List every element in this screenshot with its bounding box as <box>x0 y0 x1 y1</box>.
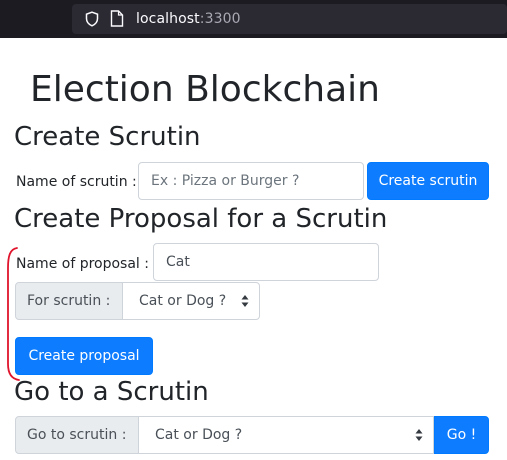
go-button-label: Go ! <box>446 427 477 443</box>
page-title: Election Blockchain <box>30 69 380 110</box>
goto-scrutin-label-text: Go to scrutin : <box>27 427 127 443</box>
goto-scrutin-select[interactable]: Cat or Dog ? <box>138 416 434 454</box>
page-content: Election Blockchain Create Scrutin Name … <box>0 38 507 460</box>
scrutin-name-label: Name of scrutin : <box>16 174 137 190</box>
address-bar[interactable]: localhost:3300 <box>72 4 507 34</box>
create-scrutin-button-label: Create scrutin <box>378 173 478 189</box>
goto-scrutin-label: Go to scrutin : <box>15 416 139 454</box>
select-caret-icon <box>241 295 249 307</box>
shield-icon[interactable] <box>84 11 100 27</box>
annotation-bracket <box>7 247 20 381</box>
url-port: :3300 <box>199 11 241 27</box>
proposal-name-input[interactable] <box>153 243 379 281</box>
create-proposal-heading: Create Proposal for a Scrutin <box>14 204 388 234</box>
proposal-name-label: Name of proposal : <box>16 256 149 272</box>
for-scrutin-select[interactable]: Cat or Dog ? <box>122 282 260 320</box>
url-host: localhost <box>136 11 200 27</box>
go-button[interactable]: Go ! <box>434 416 489 454</box>
url-text: localhost:3300 <box>136 9 241 29</box>
create-scrutin-heading: Create Scrutin <box>14 122 201 152</box>
select-caret-icon <box>415 429 423 441</box>
create-proposal-button-label: Create proposal <box>28 348 140 364</box>
goto-scrutin-selected: Cat or Dog ? <box>155 427 243 443</box>
for-scrutin-selected: Cat or Dog ? <box>139 293 227 309</box>
scrutin-name-input[interactable] <box>138 162 364 200</box>
create-proposal-button[interactable]: Create proposal <box>15 337 153 375</box>
for-scrutin-label-text: For scrutin : <box>27 293 111 309</box>
page-icon <box>110 10 124 27</box>
for-scrutin-label: For scrutin : <box>15 282 123 320</box>
goto-scrutin-heading: Go to a Scrutin <box>14 377 209 407</box>
create-scrutin-button[interactable]: Create scrutin <box>367 162 489 200</box>
browser-toolbar: localhost:3300 <box>0 0 507 38</box>
